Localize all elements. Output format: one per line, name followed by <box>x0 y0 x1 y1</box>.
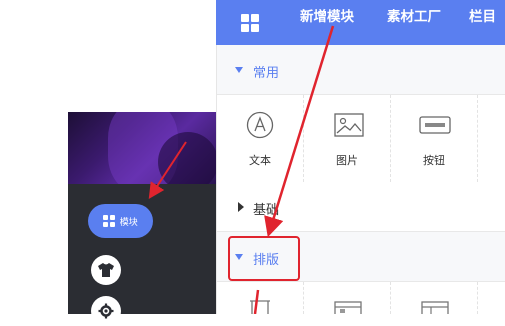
annotation-arrows <box>148 25 335 314</box>
arrow-to-module-button <box>148 141 187 200</box>
arrow-to-layout-section <box>264 25 335 238</box>
arrow-to-layout-items <box>253 289 260 314</box>
